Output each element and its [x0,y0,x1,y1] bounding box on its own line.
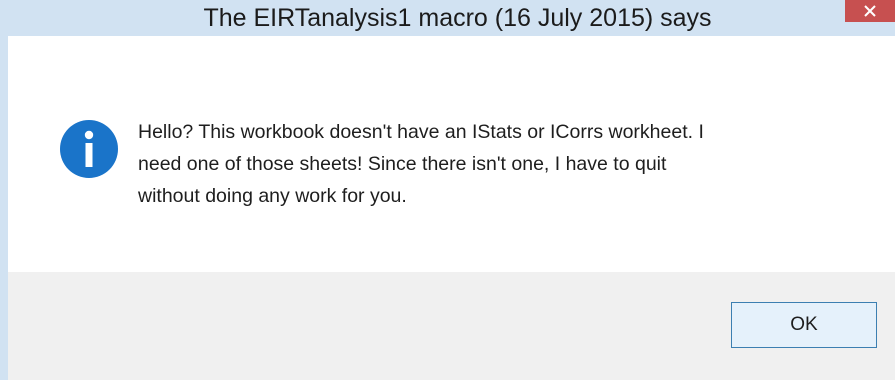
dialog-client-area: Hello? This workbook doesn't have an ISt… [8,36,895,380]
message-area: Hello? This workbook doesn't have an ISt… [8,36,895,272]
close-button[interactable] [845,0,895,22]
message-line-1: Hello? This workbook doesn't have an ISt… [138,121,704,143]
message-box-window: The EIRTanalysis1 macro (16 July 2015) s… [0,0,895,380]
button-bar: OK [8,272,895,380]
ok-button[interactable]: OK [731,302,877,348]
message-text: Hello? This workbook doesn't have an ISt… [138,116,878,212]
info-icon [60,120,118,178]
message-line-2: need one of those sheets! Since there is… [138,153,667,175]
message-line-3: without doing any work for you. [138,185,407,207]
window-title: The EIRTanalysis1 macro (16 July 2015) s… [203,4,712,32]
close-icon [864,5,876,17]
title-bar[interactable]: The EIRTanalysis1 macro (16 July 2015) s… [0,0,895,36]
